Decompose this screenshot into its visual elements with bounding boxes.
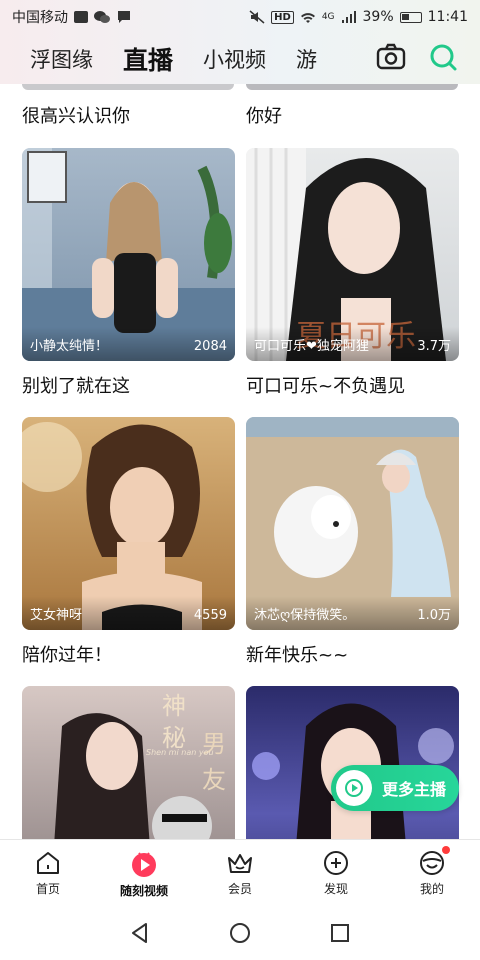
card-meta-overlay: 艾女神呀 4559	[22, 596, 235, 630]
overlay-subtitle: Shen mi nan you	[146, 748, 214, 757]
top-nav: 浮图缘 直播 小视频 游	[0, 34, 480, 84]
back-icon[interactable]	[128, 921, 152, 945]
recents-icon[interactable]	[328, 921, 352, 945]
streamer-name: 小静太纯情！	[30, 339, 109, 354]
live-room-card[interactable]: 夏日可乐 可口可乐❤独宠阿狸 3.7万	[246, 148, 459, 361]
play-icon	[336, 770, 372, 806]
tab-label: 发现	[323, 882, 348, 896]
video-play-icon	[132, 852, 156, 877]
card-meta-overlay: 沐芯ღ保持微笑。 1.0万	[246, 596, 459, 630]
room-title[interactable]: 很高兴认识你	[22, 102, 130, 128]
room-thumbnail	[252, 703, 454, 839]
wechat-icon	[94, 11, 110, 23]
tab-label: 随刻视频	[119, 884, 168, 898]
tab-suike-video[interactable]: 随刻视频	[96, 840, 192, 905]
prev-card-thumb-right[interactable]	[246, 84, 458, 90]
notification-badge	[442, 846, 450, 854]
prev-card-thumb-left[interactable]	[22, 84, 234, 90]
viewer-count: 4559	[193, 608, 227, 623]
hd-icon: HD	[271, 10, 294, 24]
clock: 11:41	[427, 9, 468, 25]
app-notification-icon	[74, 11, 88, 23]
tab-live[interactable]: 直播	[123, 41, 173, 77]
tab-mine[interactable]: 我的	[384, 840, 480, 905]
viewer-count: 3.7万	[417, 339, 451, 354]
discover-plus-icon	[324, 851, 348, 875]
more-streamers-button[interactable]: 更多主播	[331, 765, 459, 811]
streamer-name: 可口可乐❤独宠阿狸	[254, 339, 369, 354]
app-screen: 中国移动 HD 4G 39% 11:41 浮图缘 直播 小视频 游 很高兴认识你…	[0, 0, 480, 960]
mute-icon	[249, 10, 265, 24]
room-title[interactable]: 陪你过年！	[22, 641, 112, 667]
tab-label: 首页	[35, 882, 60, 896]
more-streamers-label: 更多主播	[382, 780, 447, 799]
card-meta-overlay: 小静太纯情！ 2084	[22, 327, 235, 361]
network-type: 4G	[321, 12, 335, 22]
live-room-card[interactable]: 小静太纯情！ 2084	[22, 148, 235, 361]
tab-futuyuan[interactable]: 浮图缘	[30, 44, 93, 74]
tab-game[interactable]: 游	[296, 44, 317, 74]
home-circle-icon[interactable]	[228, 921, 252, 945]
room-title[interactable]: 可口可乐~不负遇见	[246, 372, 405, 398]
crown-icon	[228, 854, 252, 873]
camera-icon[interactable]	[376, 42, 406, 72]
room-title[interactable]: 新年快乐~~	[246, 641, 348, 667]
live-room-feed[interactable]: 很高兴认识你 你好 小静太纯情！ 2084 别划了就在这 可口可乐❤独宠阿狸 3…	[0, 84, 480, 839]
room-title[interactable]: 你好	[246, 102, 282, 128]
wifi-icon	[300, 13, 315, 23]
tab-vip[interactable]: 会员	[192, 840, 288, 905]
battery-percent: 39%	[362, 9, 394, 25]
battery-icon	[399, 11, 422, 23]
live-room-card[interactable]	[246, 686, 459, 839]
room-title[interactable]: 别划了就在这	[22, 372, 130, 398]
viewer-count: 1.0万	[417, 608, 451, 623]
live-room-card[interactable]: 沐芯ღ保持微笑。 1.0万	[246, 417, 459, 630]
live-room-card[interactable]: 神 秘 男 友 Shen mi nan you	[22, 686, 235, 839]
home-icon	[37, 852, 59, 874]
tab-label: 我的	[419, 882, 444, 896]
streamer-name: 沐芯ღ保持微笑。	[254, 608, 356, 623]
status-bar: 中国移动 HD 4G 39% 11:41	[0, 0, 480, 34]
card-meta-overlay: 可口可乐❤独宠阿狸 3.7万	[246, 327, 459, 361]
search-icon[interactable]	[428, 42, 458, 72]
overlay-char: 友	[202, 768, 226, 794]
live-room-card[interactable]: 艾女神呀 4559	[22, 417, 235, 630]
streamer-name: 艾女神呀	[30, 608, 83, 623]
system-nav-bar	[0, 905, 480, 960]
tab-label: 会员	[227, 882, 252, 896]
tab-home[interactable]: 首页	[0, 840, 96, 905]
message-icon	[118, 11, 130, 23]
viewer-count: 2084	[193, 339, 227, 354]
carrier-label: 中国移动	[12, 10, 68, 26]
profile-face-icon	[420, 851, 444, 875]
overlay-char: 神	[162, 694, 186, 720]
tab-discover[interactable]: 发现	[288, 840, 384, 905]
signal-icon	[341, 11, 356, 23]
tab-short-video[interactable]: 小视频	[203, 44, 266, 74]
bottom-tab-bar: 首页 随刻视频 会员 发现 我的	[0, 839, 480, 905]
